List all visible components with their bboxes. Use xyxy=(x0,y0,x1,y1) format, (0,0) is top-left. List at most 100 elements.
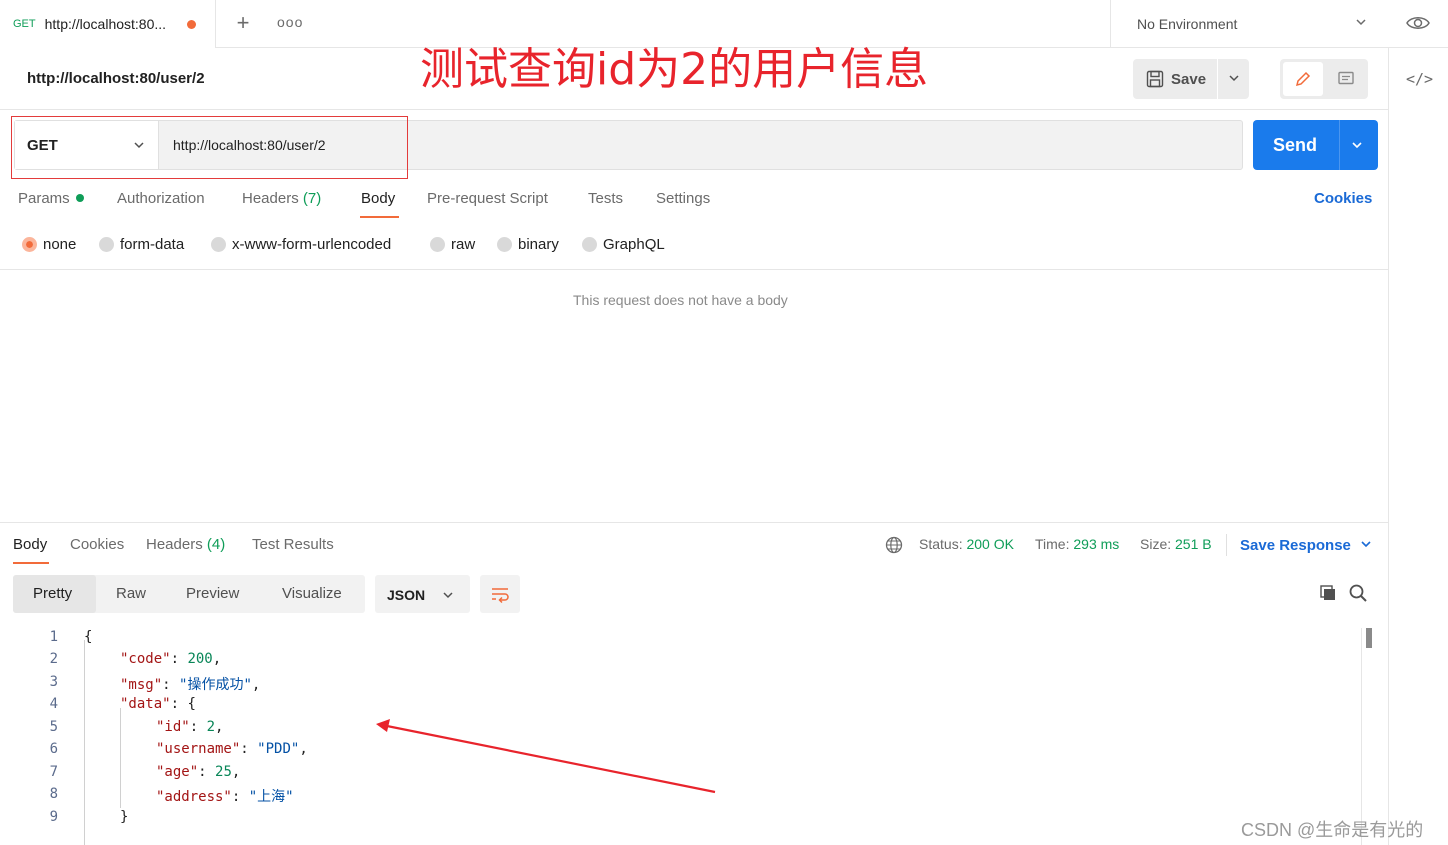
code-line: 9 } xyxy=(0,809,1360,831)
size-info[interactable]: Size: 251 B xyxy=(1140,536,1212,552)
wrap-lines-button[interactable] xyxy=(480,575,520,613)
pencil-icon xyxy=(1295,71,1311,87)
code-line: 2 "code": 200, xyxy=(0,651,1360,673)
radio-icon xyxy=(582,237,597,252)
code-text: "data": { xyxy=(120,696,196,712)
request-tab[interactable]: GET http://localhost:80... xyxy=(0,0,216,48)
size-value: 251 B xyxy=(1175,536,1212,552)
active-response-tab-indicator xyxy=(13,562,49,564)
search-icon[interactable] xyxy=(1348,583,1368,603)
line-number: 4 xyxy=(49,696,58,712)
tab-title: http://localhost:80... xyxy=(44,16,167,32)
tab-params-label: Params xyxy=(18,190,70,207)
view-visualize[interactable]: Visualize xyxy=(282,585,342,602)
highlight-box xyxy=(11,116,408,179)
send-button[interactable]: Send xyxy=(1253,120,1378,170)
tab-body[interactable]: Body xyxy=(361,190,395,207)
tab-pre-request-script[interactable]: Pre-request Script xyxy=(427,190,548,207)
response-tab-body[interactable]: Body xyxy=(13,536,47,553)
more-tabs-icon[interactable]: ooo xyxy=(277,14,303,30)
no-body-message: This request does not have a body xyxy=(573,292,788,308)
radio-selected-icon xyxy=(22,237,37,252)
radio-binary-label: binary xyxy=(518,236,559,253)
status-dot-icon xyxy=(75,194,84,202)
chevron-down-icon[interactable] xyxy=(1227,71,1241,85)
watermark: CSDN @生命是有光的 xyxy=(1241,820,1424,840)
line-number: 8 xyxy=(49,786,58,802)
view-raw[interactable]: Raw xyxy=(116,585,146,602)
unsaved-dot-icon xyxy=(187,20,196,29)
new-tab-button[interactable]: + xyxy=(232,10,254,36)
code-text: "code": 200, xyxy=(120,651,222,667)
code-text: "username": "PDD", xyxy=(156,741,308,757)
code-text: } xyxy=(120,809,129,825)
tab-headers-label: Headers xyxy=(242,190,299,207)
environment-label: No Environment xyxy=(1137,16,1238,32)
chevron-down-icon xyxy=(1356,19,1366,26)
tab-method: GET xyxy=(13,18,36,30)
line-number: 6 xyxy=(49,741,58,757)
view-mode-segment: Pretty Raw Preview Visualize xyxy=(13,575,365,613)
save-response-label: Save Response xyxy=(1240,537,1351,554)
tab-bar: GET http://localhost:80... + ooo No Envi… xyxy=(0,0,1448,48)
line-number: 7 xyxy=(49,764,58,780)
radio-icon xyxy=(497,237,512,252)
copy-icon[interactable] xyxy=(1318,583,1338,603)
radio-none[interactable]: none xyxy=(22,236,76,253)
radio-urlencoded[interactable]: x-www-form-urlencoded xyxy=(211,236,391,253)
chevron-down-icon xyxy=(1361,541,1371,548)
cookies-link[interactable]: Cookies xyxy=(1314,190,1372,207)
time-info[interactable]: Time: 293 ms xyxy=(1035,536,1119,552)
environment-select[interactable]: No Environment xyxy=(1110,0,1388,48)
status-value: 200 OK xyxy=(966,536,1014,552)
radio-icon xyxy=(99,237,114,252)
view-pretty[interactable]: Pretty xyxy=(33,585,72,602)
save-divider xyxy=(1217,59,1218,99)
eye-icon[interactable] xyxy=(1405,12,1431,34)
comments-button[interactable] xyxy=(1328,65,1364,93)
tab-authorization[interactable]: Authorization xyxy=(117,190,205,207)
scrollbar-track xyxy=(1361,628,1362,845)
save-response-button[interactable]: Save Response xyxy=(1240,537,1373,554)
tab-headers[interactable]: Headers (7) xyxy=(242,190,321,207)
radio-none-label: none xyxy=(43,236,77,253)
status-info[interactable]: Status: 200 OK xyxy=(919,536,1014,552)
radio-form-data[interactable]: form-data xyxy=(99,236,184,253)
time-label: Time: xyxy=(1035,536,1070,552)
save-label: Save xyxy=(1171,70,1207,88)
line-number: 5 xyxy=(49,719,58,735)
response-headers-count: (4) xyxy=(206,536,226,553)
divider xyxy=(1226,534,1227,556)
code-snippet-icon[interactable]: </> xyxy=(1406,70,1433,88)
response-tab-headers[interactable]: Headers (4) xyxy=(146,536,225,553)
scrollbar-thumb[interactable] xyxy=(1366,628,1372,648)
tab-params[interactable]: Params xyxy=(18,190,84,207)
radio-binary[interactable]: binary xyxy=(497,236,559,253)
edit-button[interactable] xyxy=(1283,62,1323,96)
response-divider[interactable] xyxy=(0,522,1388,523)
line-number: 3 xyxy=(49,674,58,690)
code-text: "id": 2, xyxy=(156,719,224,735)
format-label: JSON xyxy=(387,587,426,603)
send-label: Send xyxy=(1273,135,1318,155)
annotation-text: 测试查询id为2的用户信息 xyxy=(420,44,929,95)
response-tab-test-results[interactable]: Test Results xyxy=(252,536,334,553)
code-text: "age": 25, xyxy=(156,764,241,780)
status-label: Status: xyxy=(919,536,963,552)
save-button[interactable]: Save xyxy=(1133,59,1249,99)
globe-icon[interactable] xyxy=(885,536,903,554)
doc-toggle-group xyxy=(1280,59,1368,99)
tab-settings[interactable]: Settings xyxy=(656,190,710,207)
right-sidebar xyxy=(1388,48,1448,845)
radio-graphql[interactable]: GraphQL xyxy=(582,236,665,253)
headers-count: (7) xyxy=(302,190,322,207)
tab-tests[interactable]: Tests xyxy=(588,190,623,207)
chevron-down-icon[interactable] xyxy=(1350,138,1364,152)
radio-raw-label: raw xyxy=(451,236,476,253)
send-divider xyxy=(1339,120,1340,170)
response-tab-cookies[interactable]: Cookies xyxy=(70,536,124,553)
radio-raw[interactable]: raw xyxy=(430,236,475,253)
view-preview[interactable]: Preview xyxy=(186,585,239,602)
request-name: http://localhost:80/user/2 xyxy=(27,70,205,87)
format-select[interactable]: JSON xyxy=(375,575,470,613)
